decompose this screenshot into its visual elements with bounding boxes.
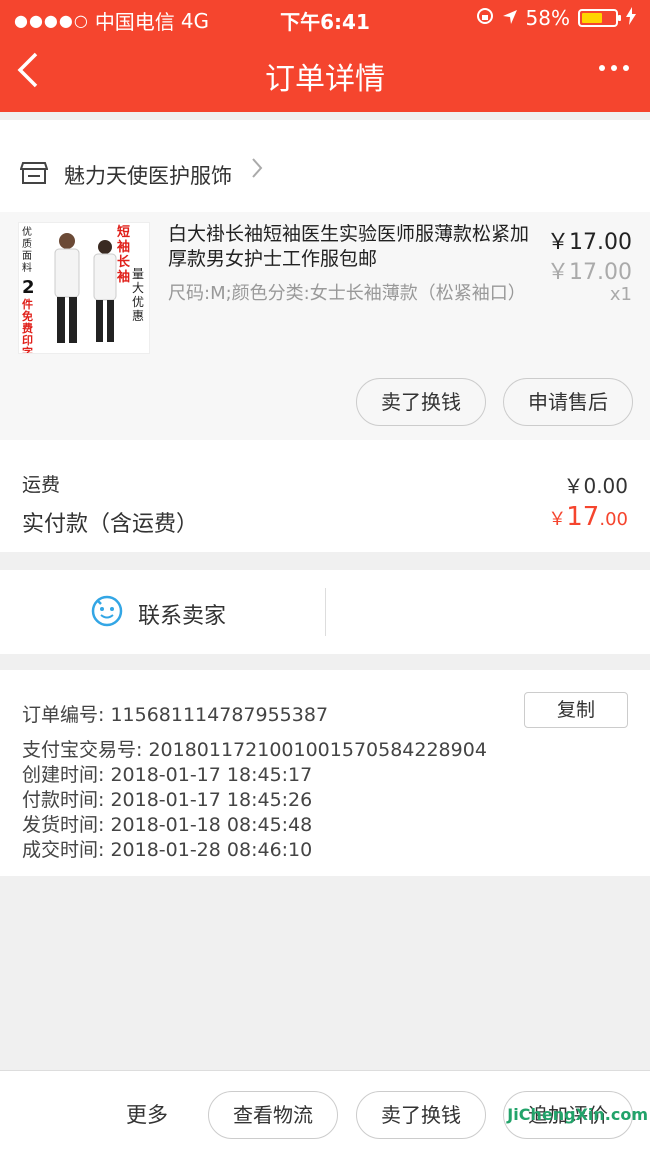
thumb-text-left: 优质面料 [22,227,32,274]
watermark: JiChengXin.com [507,1105,648,1124]
chevron-right-icon [250,156,264,187]
thumb-text-banner: 件免费印字 [22,298,33,354]
view-logistics-button[interactable]: 查看物流 [208,1091,338,1139]
more-menu-icon[interactable] [596,50,632,94]
shipping-value: ￥0.00 [563,474,628,498]
product-original-price: ￥17.00 [547,260,632,285]
paid-amount: ￥17.00 [548,502,628,532]
paid-integer: 17 [566,502,600,532]
top-strip [0,120,650,136]
product-thumbnail[interactable]: 优质面料 2 件免费印字 短袖 长袖 量大优惠 [18,222,150,354]
paid-time-row: 付款时间: 2018-01-17 18:45:26 [22,789,313,811]
thumb-text-red: 短袖 长袖 [117,225,131,285]
status-right: 58% [476,6,636,30]
battery-icon [578,9,621,27]
copy-button[interactable]: 复制 [524,692,628,728]
sell-for-cash-bottom-button[interactable]: 卖了换钱 [356,1091,486,1139]
order-number-row: 订单编号: 115681114787955387 [22,704,329,726]
store-name: 魅力天使医护服饰 [64,164,232,188]
more-button[interactable]: 更多 [126,1099,168,1129]
page-title: 订单详情 [265,62,385,97]
battery-percent: 58% [525,6,570,30]
product-sku: 尺码:M;颜色分类:女士长袖薄款（松紧袖口） [168,283,526,304]
fees-section: 运费 ￥0.00 实付款（含运费） ￥17.00 [0,440,650,552]
rotation-lock-icon [476,6,494,30]
created-time-row: 创建时间: 2018-01-17 18:45:17 [22,764,313,786]
product-quantity: x1 [609,284,632,305]
completed-time-row: 成交时间: 2018-01-28 08:46:10 [22,839,313,861]
thumb-text-count: 2 [22,277,35,298]
contact-section: 联系卖家 [0,570,650,654]
header: ●●●●○ 中国电信 4G 下午6:41 58% 订单详情 [0,0,650,112]
order-info-section: 订单编号: 115681114787955387 复制 支付宝交易号: 2018… [0,670,650,876]
product-price: ￥17.00 [547,230,632,255]
alipay-trade-row: 支付宝交易号: 20180117210010015705842289​04 [22,739,487,761]
paid-label: 实付款（含运费） [22,512,199,537]
paid-currency: ￥ [548,509,567,530]
request-after-sales-button[interactable]: 申请售后 [503,378,633,426]
product-title[interactable]: 白大褂长袖短袖医生实验医师服薄款松紧加厚款男女护士工作服包邮 [168,222,538,272]
status-bar: ●●●●○ 中国电信 4G 下午6:41 58% [0,0,650,36]
charging-bolt-icon [626,6,636,30]
contact-divider [325,588,326,636]
store-icon [19,160,49,190]
paid-decimal: .00 [599,509,628,530]
store-row[interactable]: 魅力天使医护服饰 [0,136,650,212]
contact-seller-button[interactable]: 联系卖家 [138,598,226,630]
shipped-time-row: 发货时间: 2018-01-18 08:45:48 [22,814,313,836]
location-arrow-icon [502,6,518,30]
thumb-text-right: 量大优惠 [132,267,145,323]
sell-for-cash-button[interactable]: 卖了换钱 [356,378,486,426]
shipping-label: 运费 [22,474,61,496]
nav-bar: 订单详情 [0,36,650,112]
chat-face-icon[interactable] [90,594,124,632]
